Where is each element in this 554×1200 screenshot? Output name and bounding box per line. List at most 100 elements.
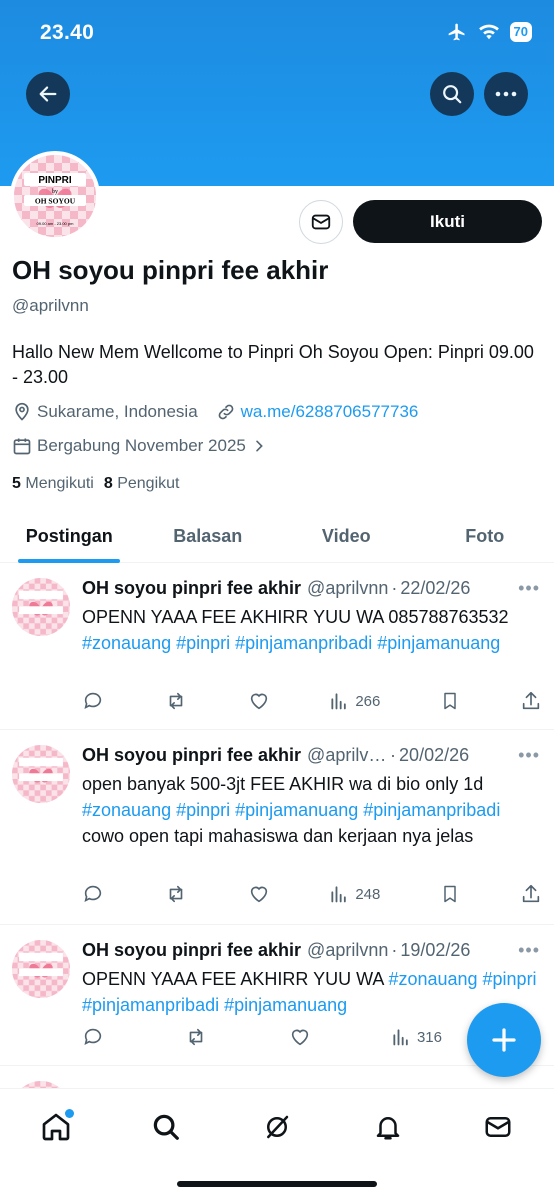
tweet-author-name[interactable]: OH soyou pinpri fee akhir [82, 745, 301, 766]
tweet-text: OPENN YAAA FEE AKHIRR YUU WA #zonauang #… [82, 969, 537, 1015]
tweet-text: open banyak 500-3jt FEE AKHIR wa di bio … [82, 774, 501, 846]
tweet-more-icon[interactable]: ••• [518, 745, 540, 766]
like-icon[interactable] [248, 690, 270, 712]
more-options-button[interactable] [484, 72, 528, 116]
tweet-author-name[interactable]: OH soyou pinpri fee akhir [82, 578, 301, 599]
retweet-icon[interactable] [184, 1026, 208, 1048]
tweet-author-name[interactable]: OH soyou pinpri fee akhir [82, 940, 301, 961]
profile-meta-row: Sukarame, Indonesia wa.me/6288706577736 [12, 402, 436, 422]
tab-video[interactable]: Video [277, 510, 416, 562]
tweet-avatar[interactable] [12, 745, 70, 803]
more-horizontal-icon [495, 91, 517, 97]
compose-button[interactable] [467, 1003, 541, 1077]
views-button[interactable]: 316 [391, 1027, 442, 1047]
views-button[interactable]: 248 [329, 884, 380, 904]
reply-icon[interactable] [82, 1026, 104, 1048]
like-icon[interactable] [248, 883, 270, 905]
profile-avatar[interactable]: PINPRI by OH SOYOU 09.00 am - 23.00 pm [10, 151, 100, 241]
search-icon [153, 1114, 179, 1140]
profile-bio: Hallo New Mem Wellcome to Pinpri Oh Soyo… [12, 342, 534, 387]
nav-home[interactable] [36, 1107, 76, 1147]
search-icon [443, 85, 462, 104]
avatar-logo-text: PINPRI [38, 175, 72, 186]
reply-icon[interactable] [82, 690, 104, 712]
location-text: Sukarame, Indonesia [37, 402, 198, 421]
bookmark-icon[interactable] [440, 883, 460, 905]
nav-messages[interactable] [478, 1107, 518, 1147]
follow-button[interactable]: Ikuti [353, 200, 542, 243]
tweet-date[interactable]: 20/02/26 [399, 745, 469, 766]
grok-icon [267, 1115, 289, 1139]
calendar-icon [13, 438, 31, 455]
views-button[interactable]: 266 [329, 691, 380, 711]
following-count[interactable]: 5 Mengikuti [12, 475, 94, 493]
profile-handle: @aprilvnn [12, 296, 89, 315]
link-icon [218, 404, 234, 420]
retweet-icon[interactable] [164, 690, 188, 712]
tweet-more-icon[interactable]: ••• [518, 940, 540, 961]
tab-foto[interactable]: Foto [416, 510, 554, 562]
profile-link[interactable]: wa.me/6288706577736 [241, 402, 419, 422]
wifi-icon [478, 24, 499, 40]
plus-icon [492, 1028, 516, 1052]
views-icon [331, 693, 347, 710]
tab-postingan[interactable]: Postingan [0, 510, 139, 562]
follow-counts: 5 Mengikuti 8 Pengikut [12, 475, 179, 493]
tweet-actions: 316 [82, 1026, 442, 1048]
link-item[interactable]: wa.me/6288706577736 [216, 402, 419, 422]
tweet-hashtags[interactable]: #zonauang #pinpri #pinjamanuang #pinjama… [82, 800, 500, 820]
avatar-by-text: by [52, 189, 58, 195]
tweet-avatar[interactable] [12, 940, 70, 998]
tweet-author-handle[interactable]: @aprilvnn [307, 940, 388, 961]
home-indicator [177, 1181, 377, 1187]
joined-item[interactable]: Bergabung November 2025 [12, 436, 267, 456]
profile-tabs: Postingan Balasan Video Foto [0, 510, 554, 563]
followers-count[interactable]: 8 Pengikut [104, 475, 180, 493]
avatar-brand-text: OH SOYOU [35, 197, 76, 206]
like-icon[interactable] [289, 1026, 311, 1048]
envelope-icon [485, 1117, 511, 1137]
retweet-icon[interactable] [164, 883, 188, 905]
nav-notifications[interactable] [368, 1107, 408, 1147]
views-icon [331, 886, 347, 903]
tweet-date[interactable]: 19/02/26 [400, 940, 470, 961]
tweet-hashtags[interactable]: #zonauang #pinpri #pinjamanpribadi #pinj… [82, 633, 500, 653]
tweet-actions: 266 [82, 690, 542, 712]
message-button[interactable] [299, 200, 343, 244]
views-count: 248 [355, 885, 381, 903]
bookmark-icon[interactable] [440, 690, 460, 712]
nav-search[interactable] [146, 1107, 186, 1147]
share-icon[interactable] [520, 883, 542, 905]
tweet-author-handle[interactable]: @aprilvnn [307, 578, 388, 599]
back-button[interactable] [26, 72, 70, 116]
envelope-icon [311, 214, 331, 230]
tweet-actions: 248 [82, 883, 542, 905]
tweet-more-icon[interactable]: ••• [518, 578, 540, 599]
location-item: Sukarame, Indonesia [12, 402, 198, 422]
tweet-avatar[interactable] [12, 578, 70, 636]
search-button[interactable] [430, 72, 474, 116]
profile-name: OH soyou pinpri fee akhir [12, 255, 329, 285]
share-icon[interactable] [520, 690, 542, 712]
tweet-date[interactable]: 22/02/26 [400, 578, 470, 599]
airplane-icon [448, 23, 465, 41]
tweet-header: OH soyou pinpri fee akhir @aprilvnn · 22… [82, 578, 471, 599]
views-icon [393, 1029, 408, 1046]
tweet-item[interactable]: OH soyou pinpri fee akhir @aprilvnn · 20… [0, 731, 554, 925]
views-count: 266 [355, 692, 381, 710]
avatar-hours-text: 09.00 am - 23.00 pm [37, 221, 75, 226]
reply-icon[interactable] [82, 883, 104, 905]
joined-text: Bergabung November 2025 [37, 436, 246, 455]
arrow-left-icon [39, 86, 57, 102]
tweet-author-handle[interactable]: @aprilvnn [307, 745, 387, 766]
status-time: 23.40 [40, 21, 95, 44]
tweet-text: OPENN YAAA FEE AKHIRR YUU WA 08578876353… [82, 607, 509, 653]
battery-indicator: 70 [509, 22, 532, 42]
tab-balasan[interactable]: Balasan [139, 510, 278, 562]
tweet-header: OH soyou pinpri fee akhir @aprilvnn · 20… [82, 745, 470, 766]
tweet-header: OH soyou pinpri fee akhir @aprilvnn · 19… [82, 940, 471, 961]
bell-icon [376, 1117, 400, 1140]
tweet-item[interactable]: OH soyou pinpri fee akhir @aprilvnn · 22… [0, 564, 554, 730]
nav-grok[interactable] [257, 1107, 297, 1147]
joined-row[interactable]: Bergabung November 2025 [12, 436, 285, 456]
